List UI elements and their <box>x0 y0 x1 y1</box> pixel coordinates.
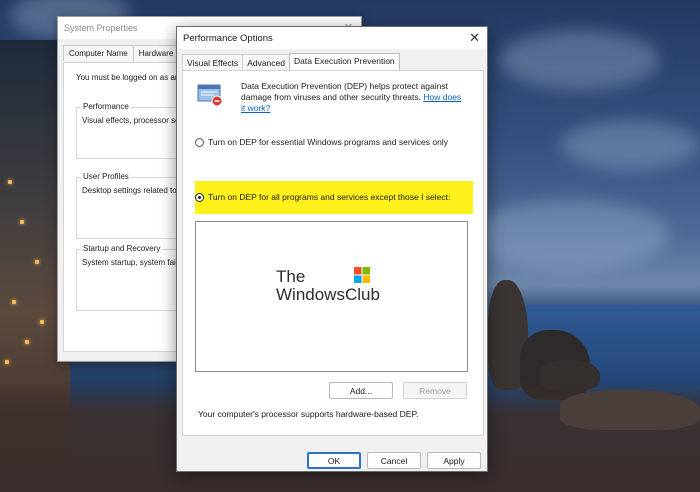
radio-button[interactable] <box>195 137 204 147</box>
window-title: System Properties <box>64 23 138 33</box>
group-desc: System startup, system failu <box>82 258 183 267</box>
windows-logo-icon <box>354 267 370 283</box>
performance-options-dialog: Performance Options ✕ Visual Effects Adv… <box>176 26 488 472</box>
logon-note: You must be logged on as ar <box>76 73 178 82</box>
dep-all-programs-option[interactable]: Turn on DEP for all programs and service… <box>195 192 450 202</box>
radio-label: Turn on DEP for all programs and service… <box>208 192 451 202</box>
tab-data-execution-prevention[interactable]: Data Execution Prevention <box>289 53 400 70</box>
dialog-titlebar: Performance Options <box>177 27 487 49</box>
tab-advanced[interactable]: Advanced <box>242 54 290 71</box>
group-desc: Visual effects, processor sc <box>82 116 180 125</box>
add-button[interactable]: Add... <box>329 382 393 399</box>
exception-program-list[interactable]: The WindowsClub <box>195 221 468 372</box>
tab-strip: Computer Name Hardware <box>63 45 180 61</box>
shield-icon <box>197 84 223 107</box>
cancel-button[interactable]: Cancel <box>367 452 421 469</box>
dep-tab-panel: Data Execution Prevention (DEP) helps pr… <box>182 70 484 436</box>
remove-button[interactable]: Remove <box>403 382 467 399</box>
tab-visual-effects[interactable]: Visual Effects <box>182 54 244 71</box>
dep-description-text: Data Execution Prevention (DEP) helps pr… <box>241 81 448 102</box>
watermark-line: WindowsClub <box>276 285 380 304</box>
tab-hardware[interactable]: Hardware <box>132 45 180 61</box>
group-legend: Startup and Recovery <box>81 244 163 253</box>
tab-strip: Visual Effects Advanced Data Execution P… <box>182 53 400 71</box>
dialog-title: Performance Options <box>183 32 273 44</box>
apply-button[interactable]: Apply <box>427 452 481 469</box>
dep-description: Data Execution Prevention (DEP) helps pr… <box>241 81 466 114</box>
tab-computer-name[interactable]: Computer Name <box>63 45 134 61</box>
group-legend: Performance <box>81 102 131 111</box>
close-icon[interactable]: ✕ <box>469 30 480 46</box>
radio-label: Turn on DEP for essential Windows progra… <box>208 137 448 147</box>
dep-essential-option[interactable]: Turn on DEP for essential Windows progra… <box>195 137 448 147</box>
group-legend: User Profiles <box>81 172 131 181</box>
group-desc: Desktop settings related to <box>82 186 177 195</box>
dep-support-note: Your computer's processor supports hardw… <box>198 409 419 419</box>
radio-button-checked[interactable] <box>195 192 204 202</box>
ok-button[interactable]: OK <box>307 452 361 469</box>
